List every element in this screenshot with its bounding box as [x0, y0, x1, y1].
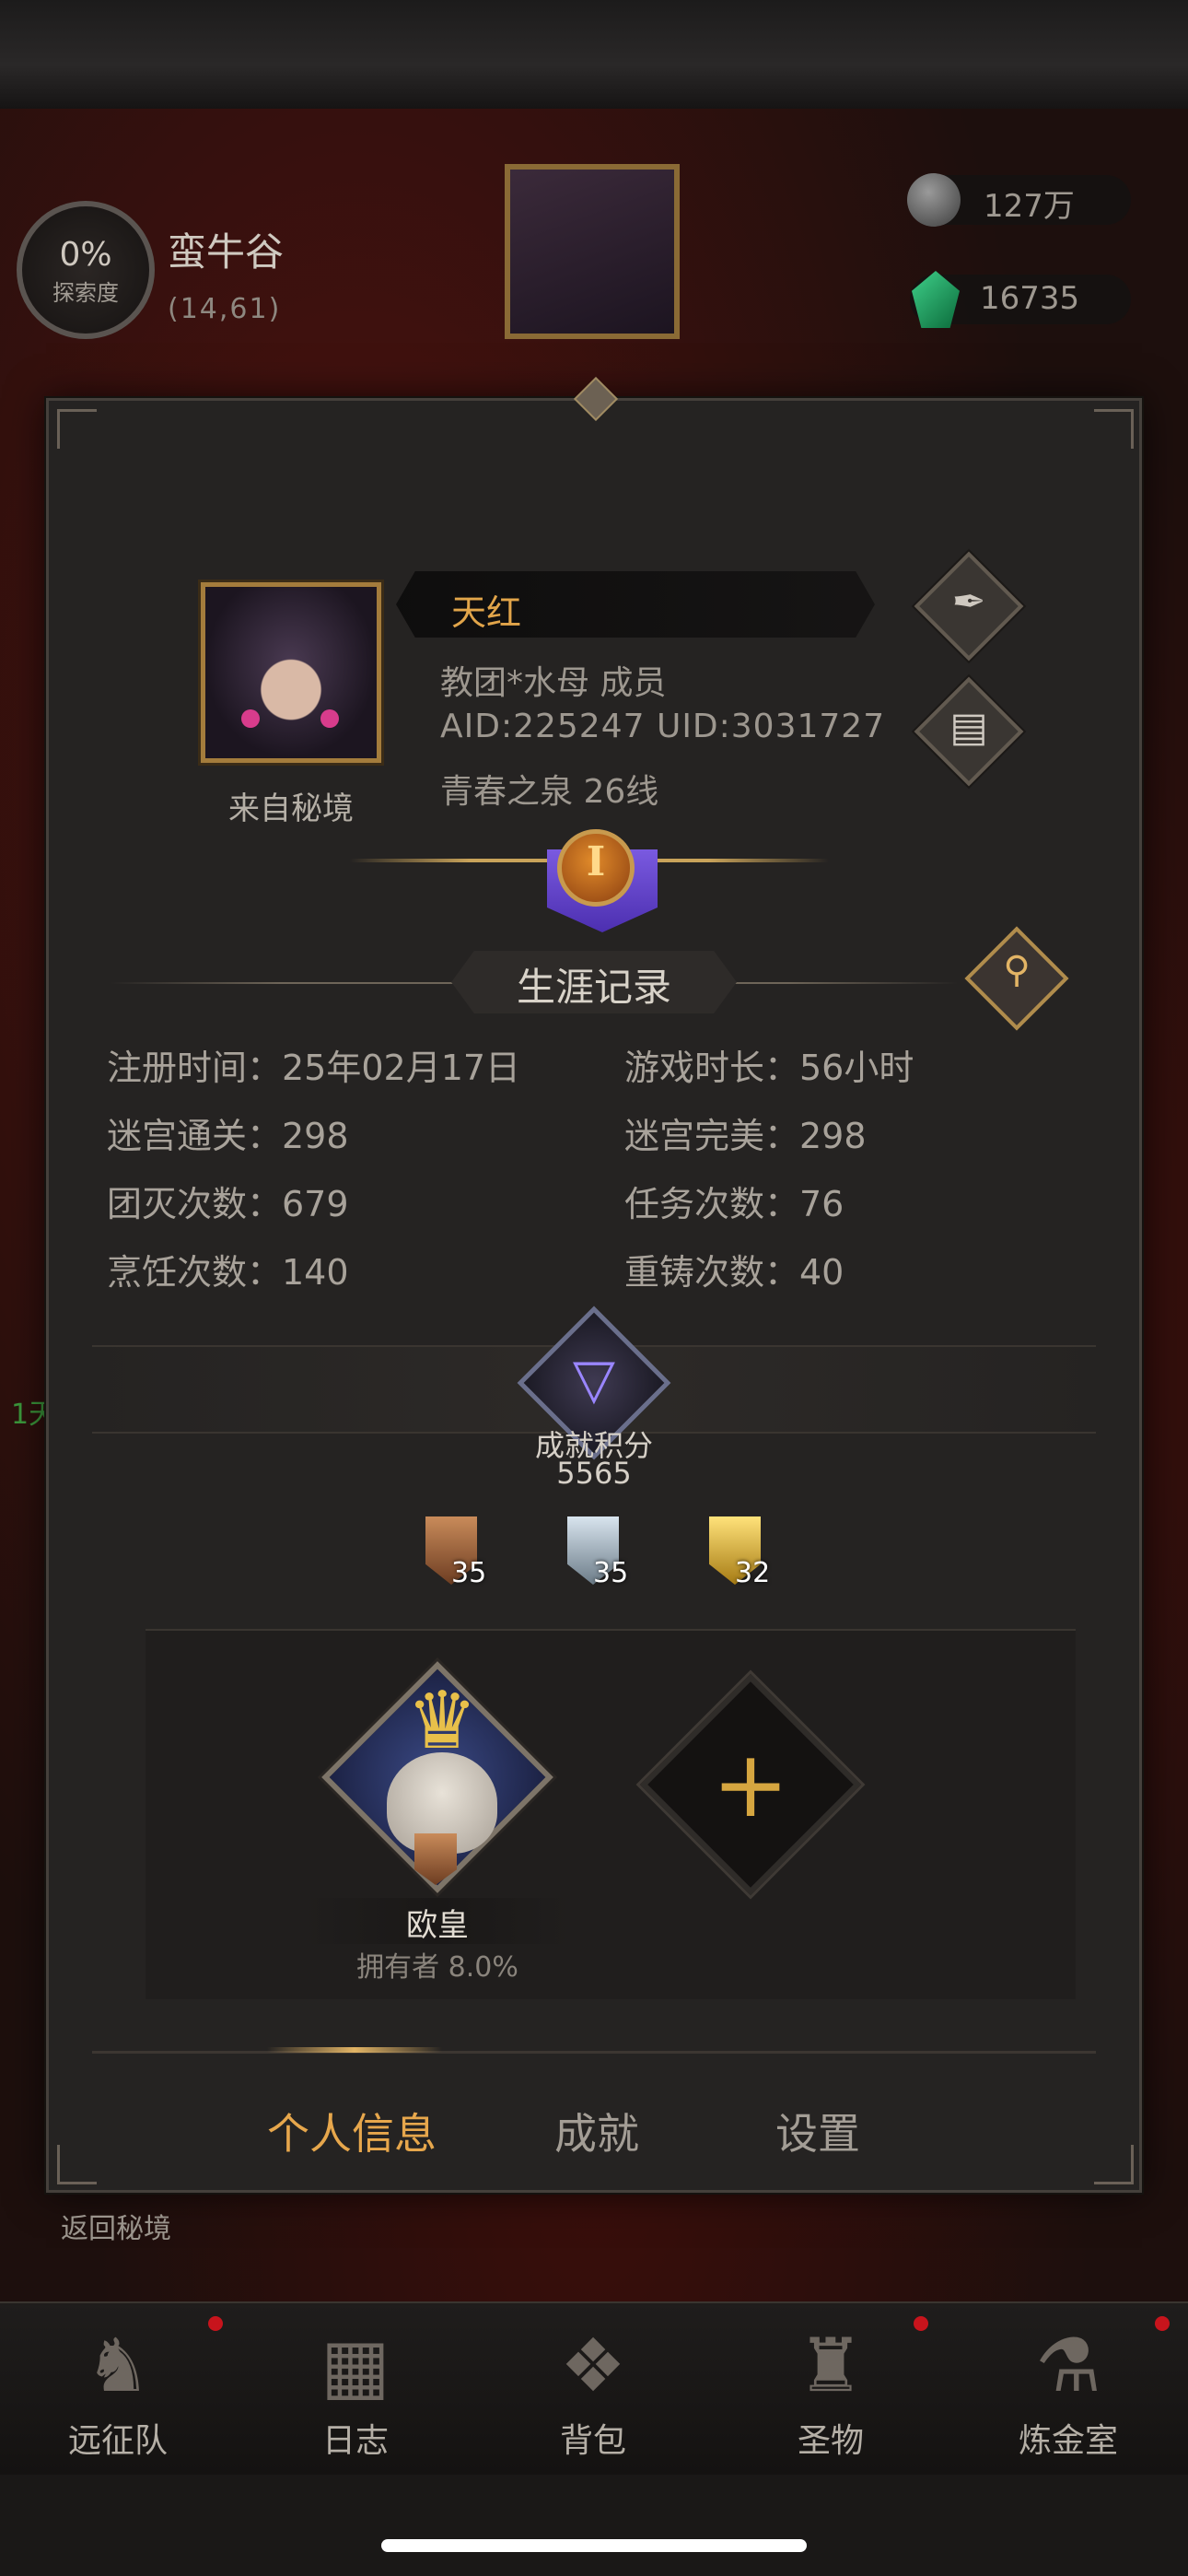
- nav-relics[interactable]: ♜ 圣物: [739, 2322, 923, 2460]
- career-title: 生涯记录: [516, 965, 671, 1010]
- chalice-icon: ♜: [798, 2323, 864, 2408]
- player-name: 天红: [451, 592, 522, 633]
- stat-maze-clears: 迷宫通关：298: [107, 1116, 349, 1156]
- helmet-icon: ♞: [85, 2323, 151, 2408]
- stat-reforge: 重铸次数：40: [624, 1252, 844, 1293]
- explore-percent: 0%: [59, 236, 112, 274]
- nav-label: 背包: [559, 2422, 626, 2460]
- bottom-bar: [0, 2475, 1188, 2576]
- nav-backpack[interactable]: ❖ 背包: [501, 2322, 685, 2460]
- achievement-points-value: 5565: [556, 1456, 632, 1491]
- quill-icon: ✒: [951, 579, 986, 626]
- earring-decoration: [320, 709, 339, 728]
- notification-dot: [1155, 2316, 1170, 2331]
- stat-play-time: 游戏时长：56小时: [624, 1048, 914, 1088]
- title-name: 欧皇: [406, 1907, 469, 1944]
- nav-label: 圣物: [797, 2422, 864, 2460]
- guild-info: 教团*水母 成员: [440, 664, 667, 702]
- avatar-origin: 来自秘境: [228, 790, 354, 827]
- stat-maze-perfect: 迷宫完美：298: [624, 1116, 867, 1156]
- tab-achievement[interactable]: 成就: [477, 2101, 716, 2161]
- alchemy-icon: ⚗: [1035, 2323, 1101, 2408]
- nav-journal[interactable]: ▦ 日志: [263, 2322, 448, 2460]
- journal-icon: ▦: [320, 2323, 390, 2408]
- backpack-icon: ❖: [560, 2323, 626, 2408]
- stone-coin-icon: [907, 173, 961, 227]
- bronze-badge-count: 35: [451, 1557, 487, 1589]
- tab-settings[interactable]: 设置: [698, 2101, 938, 2161]
- stat-cooking: 烹饪次数：140: [107, 1252, 349, 1293]
- player-portrait-button[interactable]: [505, 164, 680, 339]
- corner-ornament: [1094, 409, 1134, 449]
- title-showcase-panel: [146, 1629, 1076, 1999]
- corner-ornament: [57, 2145, 97, 2184]
- notification-dot: [914, 2316, 928, 2331]
- location-coords: (14,61): [168, 293, 282, 325]
- nav-label: 炼金室: [1018, 2422, 1118, 2460]
- location-name: 蛮牛谷: [168, 229, 285, 275]
- earring-decoration: [241, 709, 260, 728]
- stat-quests: 任务次数：76: [624, 1184, 844, 1224]
- top-status-bar: [0, 0, 1188, 111]
- server-info: 青春之泉 26线: [440, 773, 659, 811]
- player-ids: AID:225247 UID:3031727: [440, 708, 886, 745]
- gold-badge-count: 32: [735, 1557, 771, 1589]
- currency-1-value: 127万: [984, 188, 1075, 225]
- title-owner-rate: 拥有者 8.0%: [356, 1951, 518, 1984]
- tab-divider: [92, 2051, 1096, 2054]
- nav-label: 远征队: [67, 2422, 168, 2460]
- rank-numeral: I: [586, 838, 606, 885]
- tab-personal-info[interactable]: 个人信息: [232, 2101, 472, 2161]
- silver-badge-count: 35: [593, 1557, 629, 1589]
- notification-dot: [208, 2316, 223, 2331]
- nav-expedition[interactable]: ♞ 远征队: [26, 2322, 210, 2460]
- corner-ornament: [1094, 2145, 1134, 2184]
- currency-2-value: 16735: [980, 280, 1080, 317]
- crown-icon: ♛: [406, 1675, 478, 1767]
- stat-wipes: 团灭次数：679: [107, 1184, 349, 1224]
- plus-icon: +: [712, 1730, 789, 1838]
- magnifier-icon: ⚲: [1003, 949, 1031, 991]
- stat-register-date: 注册时间：25年02月17日: [107, 1048, 521, 1088]
- nav-alchemy[interactable]: ⚗ 炼金室: [976, 2322, 1160, 2460]
- scroll-icon: ▤: [949, 704, 988, 751]
- avatar[interactable]: [201, 582, 381, 763]
- return-button[interactable]: 返回秘境: [61, 2206, 171, 2246]
- nav-label: 日志: [321, 2422, 389, 2460]
- explore-label: 探索度: [52, 280, 119, 306]
- home-indicator[interactable]: [381, 2539, 807, 2552]
- corner-ornament: [57, 409, 97, 449]
- triangle-star-icon: ▽: [572, 1347, 616, 1411]
- tab-active-indicator: [267, 2047, 442, 2053]
